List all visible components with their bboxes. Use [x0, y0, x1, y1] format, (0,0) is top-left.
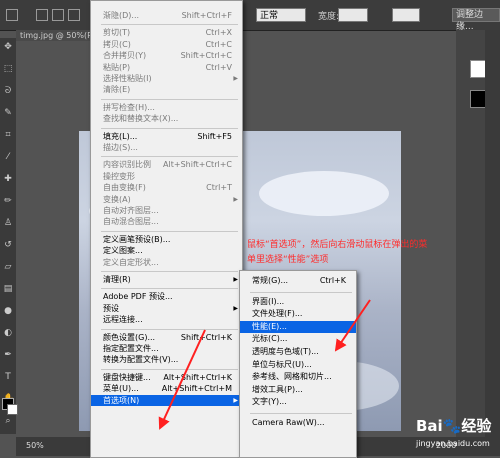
baidu-url: jingyan.baidu.com — [416, 439, 490, 448]
arrow-to-performance — [334, 299, 371, 352]
arrow-to-preferences — [158, 329, 206, 430]
baidu-watermark: Bai🐾经验 jingyan.baidu.com — [408, 413, 500, 455]
baidu-logo-text: Bai🐾经验 — [416, 417, 492, 435]
annotation-arrows — [158, 299, 371, 430]
